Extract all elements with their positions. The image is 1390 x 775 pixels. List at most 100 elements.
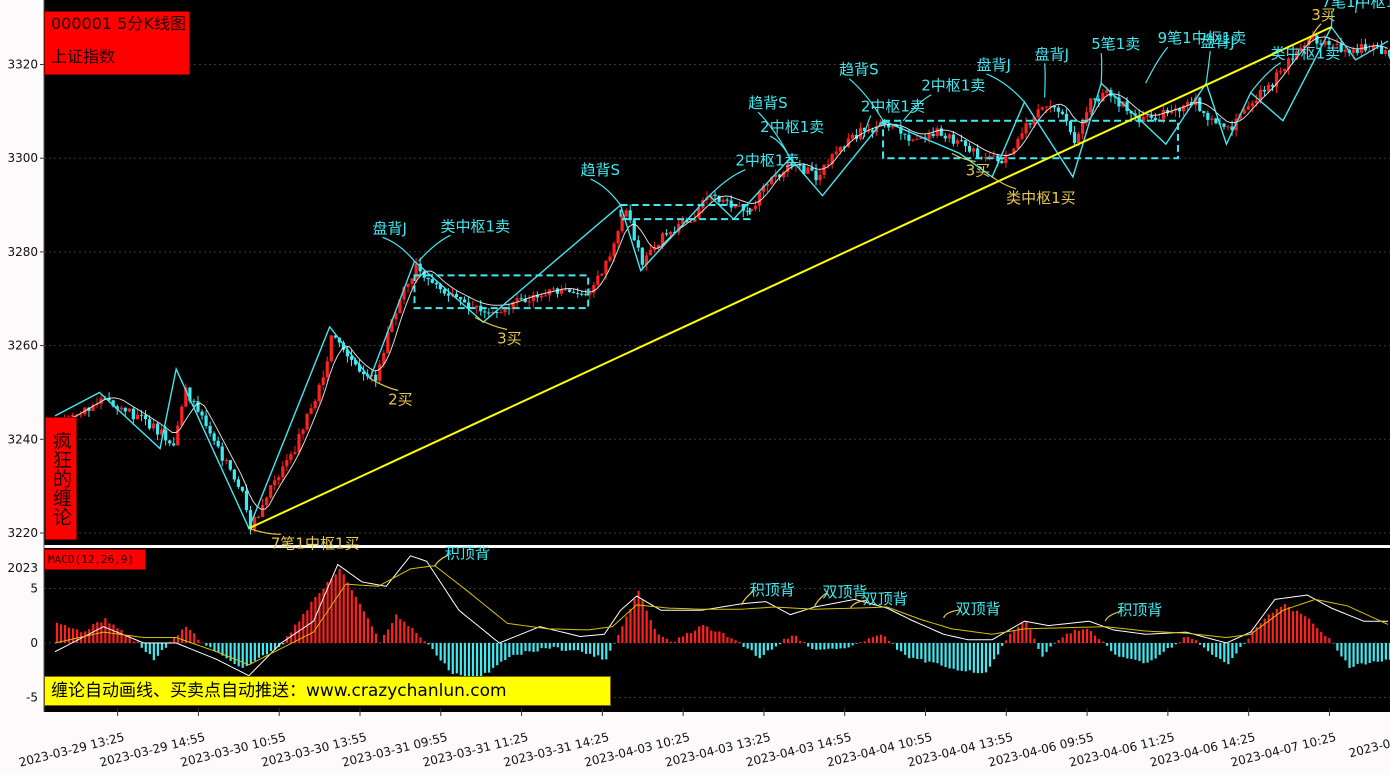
macd-bar — [718, 631, 721, 643]
macd-bar — [964, 643, 967, 672]
macd-y-tick-label: -5 — [26, 691, 38, 705]
macd-bar — [1380, 643, 1383, 662]
signal-label: 5笔1卖 — [1091, 35, 1140, 53]
macd-bar — [237, 643, 240, 667]
macd-bar — [782, 638, 786, 643]
promo-banner[interactable]: 缠论自动画线、买卖点自动推送：www.crazychanlun.com — [44, 676, 611, 706]
macd-bar — [855, 643, 858, 644]
macd-bar — [597, 643, 600, 656]
candle-body — [1206, 112, 1210, 120]
candle-body — [297, 433, 301, 453]
candle-body — [600, 273, 604, 276]
candle-body — [232, 469, 236, 480]
candle-body — [1024, 123, 1028, 134]
macd-bar — [455, 643, 458, 674]
macd-bar — [354, 596, 357, 643]
macd-bar — [811, 643, 814, 649]
macd-bar — [1001, 643, 1004, 646]
macd-bar — [540, 643, 543, 649]
candle-body — [1089, 98, 1093, 113]
macd-bar — [1150, 643, 1153, 661]
macd-bar — [1029, 629, 1032, 643]
candle-body — [1222, 123, 1226, 127]
candle-body — [378, 364, 382, 381]
macd-bar — [399, 619, 402, 643]
macd-bar — [1308, 618, 1311, 643]
macd-bar — [382, 634, 386, 643]
candle-body — [576, 292, 580, 294]
candle-body — [277, 477, 281, 481]
macd-bar — [366, 618, 370, 643]
macd-bar — [269, 643, 273, 652]
macd-bar — [706, 626, 709, 643]
macd-bar — [1166, 643, 1169, 648]
macd-bar — [1231, 643, 1234, 659]
macd-bar — [762, 643, 765, 655]
candle-body — [939, 128, 943, 136]
candle-body — [426, 277, 430, 280]
macd-bar — [451, 643, 454, 675]
macd-bar — [116, 628, 119, 643]
candle-body — [1379, 46, 1384, 54]
candle-body — [1262, 89, 1267, 92]
macd-bar — [1114, 643, 1117, 655]
candle-body — [636, 240, 640, 248]
candle-body — [1214, 118, 1218, 124]
macd-bar — [601, 643, 604, 660]
candle-body — [269, 485, 273, 498]
signal-label: 3买 — [497, 329, 522, 347]
macd-bar — [1384, 643, 1387, 660]
candle-body — [281, 466, 285, 478]
macd-bar — [152, 643, 155, 661]
macd-bar — [835, 643, 838, 650]
macd-bar — [1207, 643, 1210, 652]
candle-body — [487, 312, 491, 314]
signal-label: 3买 — [966, 162, 991, 180]
candle-body — [822, 164, 826, 175]
macd-bar — [338, 568, 341, 643]
candle-body — [1056, 107, 1061, 112]
macd-bar — [742, 643, 745, 647]
macd-bar — [1065, 633, 1068, 643]
macd-bar — [1102, 641, 1105, 643]
macd-bar — [516, 643, 519, 655]
signal-label: 类中枢1买 — [1006, 189, 1076, 207]
candle-body — [745, 210, 749, 212]
macd-bar — [1178, 642, 1181, 643]
candle-body — [228, 460, 232, 470]
macd-bar — [1295, 610, 1299, 643]
macd-bar — [702, 624, 705, 643]
candle-body — [434, 282, 438, 285]
macd-indicator-label[interactable]: MACD(12,26,9) — [44, 549, 146, 570]
macd-bar — [774, 643, 778, 647]
macd-bar — [673, 641, 677, 643]
macd-bar — [746, 643, 749, 649]
candle-body — [624, 210, 628, 217]
candle-body — [568, 289, 572, 292]
macd-bar — [871, 637, 874, 643]
macd-bar — [1194, 640, 1198, 643]
macd-bar — [370, 626, 374, 643]
macd-bar — [1009, 633, 1012, 643]
macd-bar — [613, 643, 616, 644]
macd-bar — [181, 629, 184, 643]
macd-bar — [819, 643, 822, 650]
macd-bar — [1303, 616, 1307, 643]
macd-bar — [544, 643, 547, 649]
candle-body — [168, 440, 172, 444]
macd-bar — [593, 643, 596, 657]
candle-body — [1198, 97, 1202, 112]
candle-body — [305, 413, 309, 430]
macd-bar — [629, 608, 632, 643]
macd-bar — [625, 616, 628, 643]
macd-bar — [1033, 638, 1036, 643]
macd-bar — [1069, 633, 1072, 643]
macd-bar — [807, 643, 810, 647]
macd-bar — [96, 622, 99, 643]
candle-body — [664, 233, 669, 235]
macd-bar — [253, 643, 256, 661]
macd-bar — [786, 638, 790, 643]
candle-body — [992, 155, 996, 157]
macd-y-tick-label: 5 — [30, 582, 38, 596]
macd-signal-label: 积顶背 — [445, 545, 490, 563]
